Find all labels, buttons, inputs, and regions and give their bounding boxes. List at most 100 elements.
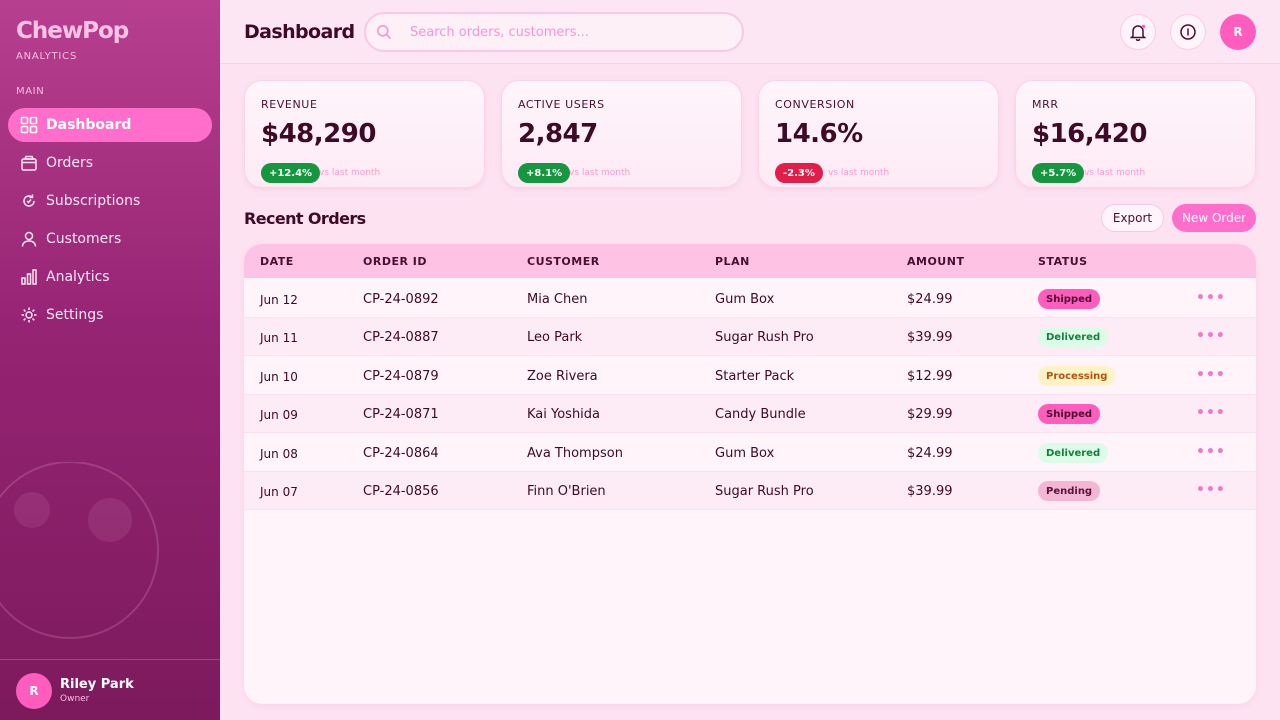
- more-actions-icon[interactable]: •••: [1196, 482, 1226, 498]
- user-icon: [20, 230, 38, 248]
- table-row[interactable]: Jun 10 CP-24-0879 Zoe Rivera Starter Pac…: [244, 357, 1256, 395]
- box-icon: [20, 154, 38, 172]
- table-row[interactable]: Jun 09 CP-24-0871 Kai Yoshida Candy Bund…: [244, 395, 1256, 433]
- cell-plan: Candy Bundle: [715, 407, 806, 422]
- sidebar-item-dashboard[interactable]: Dashboard: [8, 108, 212, 142]
- stat-value: 2,847: [518, 119, 598, 149]
- refresh-icon: [20, 192, 38, 210]
- user-role: Owner: [60, 694, 90, 704]
- sidebar-item-customers[interactable]: Customers: [8, 222, 212, 256]
- stat-card-mrr: MRR $16,420 +5.7% vs last month: [1015, 80, 1256, 188]
- cell-plan: Sugar Rush Pro: [715, 330, 814, 345]
- search-icon: [377, 25, 392, 40]
- column-header-order-id[interactable]: ORDER ID: [363, 255, 427, 268]
- column-header-amount[interactable]: AMOUNT: [907, 255, 964, 268]
- stat-delta-badge: +8.1%: [518, 163, 571, 183]
- status-badge: Delivered: [1038, 443, 1109, 463]
- stat-note: vs last month: [1084, 168, 1146, 178]
- cell-customer: Zoe Rivera: [527, 369, 598, 384]
- sidebar-item-label: Customers: [46, 231, 122, 247]
- info-icon: [1180, 24, 1196, 40]
- section-title: Recent Orders: [244, 209, 366, 228]
- cell-date: Jun 10: [260, 370, 298, 384]
- stat-label: ACTIVE USERS: [518, 98, 605, 111]
- cell-order-id: CP-24-0856: [363, 484, 439, 499]
- cell-amount: $12.99: [907, 369, 953, 384]
- cell-amount: $39.99: [907, 330, 953, 345]
- cell-order-id: CP-24-0879: [363, 369, 439, 384]
- stat-note: vs last month: [319, 168, 381, 178]
- more-actions-icon[interactable]: •••: [1196, 367, 1226, 383]
- cell-amount: $29.99: [907, 407, 953, 422]
- cell-amount: $39.99: [907, 484, 953, 499]
- more-actions-icon[interactable]: •••: [1196, 290, 1226, 306]
- table-header: DATE ORDER ID CUSTOMER PLAN AMOUNT STATU…: [244, 244, 1256, 278]
- stat-delta-badge: +5.7%: [1032, 163, 1085, 183]
- sidebar-item-label: Settings: [46, 307, 104, 323]
- export-button[interactable]: Export: [1101, 204, 1164, 232]
- search-input[interactable]: [410, 24, 730, 40]
- status-badge: Shipped: [1038, 289, 1101, 309]
- column-header-date[interactable]: DATE: [260, 255, 294, 268]
- bell-icon: [1129, 24, 1147, 41]
- cell-date: Jun 09: [260, 408, 298, 422]
- avatar: R: [16, 673, 52, 709]
- new-order-button[interactable]: New Order: [1172, 204, 1256, 232]
- cell-date: Jun 11: [260, 331, 298, 345]
- sidebar-item-settings[interactable]: Settings: [8, 298, 212, 332]
- orders-table: DATE ORDER ID CUSTOMER PLAN AMOUNT STATU…: [244, 244, 1256, 704]
- stat-note: vs last month: [828, 168, 890, 178]
- sidebar-item-label: Subscriptions: [46, 193, 141, 209]
- cell-order-id: CP-24-0887: [363, 330, 439, 345]
- column-header-customer[interactable]: CUSTOMER: [527, 255, 600, 268]
- header-avatar[interactable]: R: [1220, 14, 1256, 50]
- stat-card-active-users: ACTIVE USERS 2,847 +8.1% vs last month: [501, 80, 742, 188]
- more-actions-icon[interactable]: •••: [1196, 328, 1226, 344]
- user-name: Riley Park: [60, 677, 134, 692]
- more-actions-icon[interactable]: •••: [1196, 405, 1226, 421]
- sidebar-item-orders[interactable]: Orders: [8, 146, 212, 180]
- brand[interactable]: ChewPop ANALYTICS: [16, 17, 129, 62]
- brand-subtitle: ANALYTICS: [16, 51, 78, 62]
- sidebar-nav: Dashboard Orders Subscriptions Customers…: [8, 108, 212, 336]
- sidebar-item-subscriptions[interactable]: Subscriptions: [8, 184, 212, 218]
- stat-value: $16,420: [1032, 119, 1147, 149]
- stat-label: REVENUE: [261, 98, 318, 111]
- cell-customer: Ava Thompson: [527, 446, 623, 461]
- cell-plan: Gum Box: [715, 446, 775, 461]
- cell-order-id: CP-24-0871: [363, 407, 439, 422]
- sidebar: ChewPop ANALYTICS MAIN Dashboard Orders: [0, 0, 220, 720]
- table-row[interactable]: Jun 07 CP-24-0856 Finn O'Brien Sugar Rus…: [244, 472, 1256, 510]
- sidebar-item-analytics[interactable]: Analytics: [8, 260, 212, 294]
- notifications-button[interactable]: [1120, 14, 1156, 50]
- stat-delta-badge: -2.3%: [775, 163, 823, 183]
- cell-order-id: CP-24-0864: [363, 446, 439, 461]
- decorative-face-graphic: [0, 462, 159, 639]
- stat-label: MRR: [1032, 98, 1059, 111]
- sidebar-item-label: Analytics: [46, 269, 110, 285]
- table-row[interactable]: Jun 12 CP-24-0892 Mia Chen Gum Box $24.9…: [244, 280, 1256, 318]
- more-actions-icon[interactable]: •••: [1196, 444, 1226, 460]
- table-row[interactable]: Jun 08 CP-24-0864 Ava Thompson Gum Box $…: [244, 434, 1256, 472]
- status-badge: Processing: [1038, 366, 1116, 386]
- stat-card-conversion: CONVERSION 14.6% -2.3% vs last month: [758, 80, 999, 188]
- stat-value: 14.6%: [775, 119, 863, 149]
- status-badge: Shipped: [1038, 404, 1101, 424]
- status-badge: Pending: [1038, 481, 1101, 501]
- stat-value: $48,290: [261, 119, 376, 149]
- cell-date: Jun 07: [260, 485, 298, 499]
- page-title: Dashboard: [244, 21, 355, 43]
- cell-order-id: CP-24-0892: [363, 292, 439, 307]
- table-row[interactable]: Jun 11 CP-24-0887 Leo Park Sugar Rush Pr…: [244, 318, 1256, 356]
- search-bar[interactable]: [364, 12, 744, 52]
- column-header-plan[interactable]: PLAN: [715, 255, 750, 268]
- cell-customer: Kai Yoshida: [527, 407, 601, 422]
- sidebar-item-label: Dashboard: [46, 117, 132, 133]
- stat-card-revenue: REVENUE $48,290 +12.4% vs last month: [244, 80, 485, 188]
- user-profile[interactable]: R Riley Park Owner: [0, 659, 220, 720]
- cell-plan: Starter Pack: [715, 369, 795, 384]
- column-header-status[interactable]: STATUS: [1038, 255, 1088, 268]
- info-button[interactable]: [1170, 14, 1206, 50]
- top-header: Dashboard R: [220, 0, 1280, 64]
- status-badge: Delivered: [1038, 327, 1109, 347]
